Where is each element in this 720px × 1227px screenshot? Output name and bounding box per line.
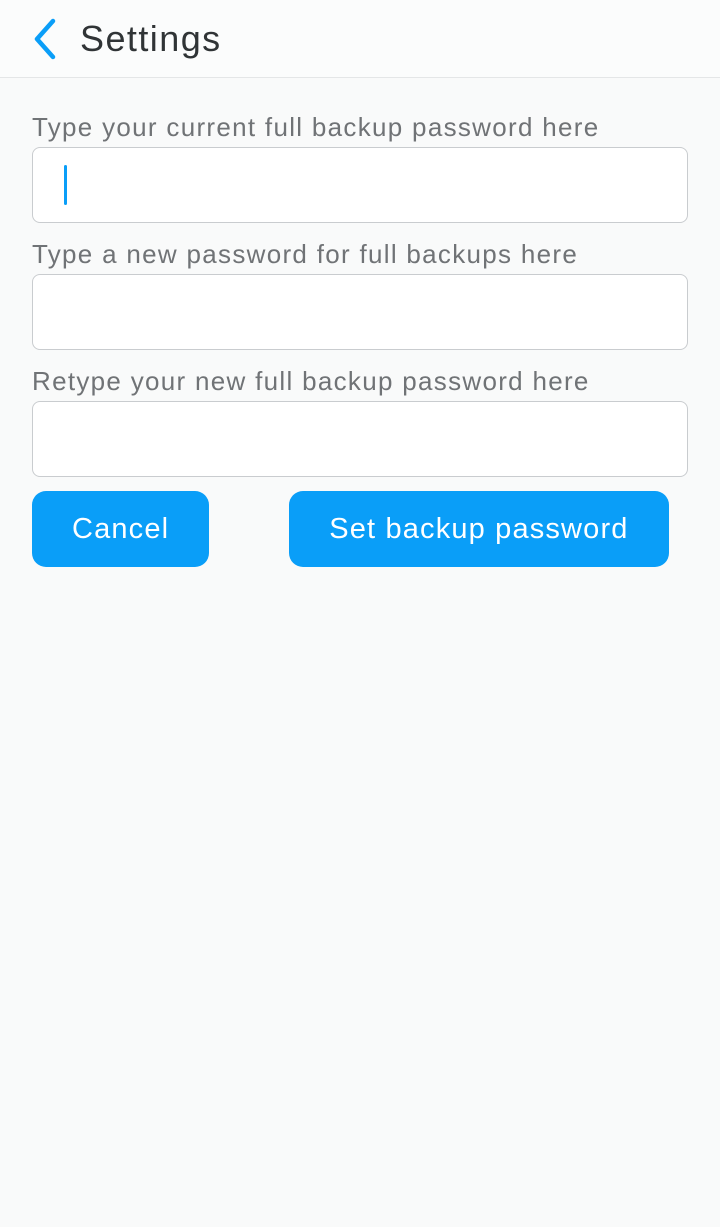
button-row: Cancel Set backup password [32, 491, 688, 567]
current-password-input[interactable] [32, 147, 688, 223]
text-cursor [64, 165, 67, 205]
back-button[interactable] [18, 12, 72, 66]
page-title: Settings [80, 18, 222, 60]
confirm-password-label: Retype your new full backup password her… [32, 364, 688, 399]
cancel-button[interactable]: Cancel [32, 491, 209, 567]
content: Type your current full backup password h… [0, 78, 720, 567]
header: Settings [0, 0, 720, 78]
current-password-label: Type your current full backup password h… [32, 110, 688, 145]
current-password-wrapper [32, 147, 688, 223]
confirm-password-input[interactable] [32, 401, 688, 477]
new-password-input[interactable] [32, 274, 688, 350]
new-password-label: Type a new password for full backups her… [32, 237, 688, 272]
submit-button[interactable]: Set backup password [289, 491, 668, 567]
chevron-left-icon [32, 17, 58, 61]
